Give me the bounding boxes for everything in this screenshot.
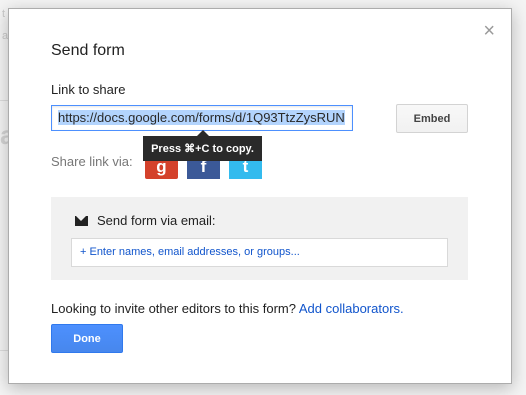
bg-divider — [0, 100, 8, 101]
add-collaborators-link[interactable]: Add collaborators. — [299, 301, 404, 316]
share-link-via-label: Share link via: — [51, 154, 133, 169]
embed-button[interactable]: Embed — [396, 104, 468, 133]
email-heading: Send form via email: — [75, 213, 216, 228]
link-to-share-label: Link to share — [51, 82, 126, 97]
email-heading-label: Send form via email: — [97, 213, 216, 228]
close-icon[interactable]: × — [483, 21, 495, 41]
bg-text-fragment: t — [2, 8, 6, 20]
invite-question: Looking to invite other editors to this … — [51, 301, 299, 316]
invite-editors-text: Looking to invite other editors to this … — [51, 301, 404, 316]
bg-divider — [0, 350, 8, 351]
done-button[interactable]: Done — [51, 324, 123, 353]
dialog-title: Send form — [51, 42, 125, 59]
copy-tooltip: Press ⌘+C to copy. — [143, 130, 262, 161]
share-link-value: https://docs.google.com/forms/d/1Q93TtzZ… — [58, 110, 345, 125]
send-form-dialog: × Send form Link to share https://docs.g… — [8, 8, 512, 384]
email-section: Send form via email: + Enter names, emai… — [51, 197, 468, 280]
share-link-input[interactable]: https://docs.google.com/forms/d/1Q93TtzZ… — [51, 105, 353, 131]
email-recipients-input[interactable]: + Enter names, email addresses, or group… — [71, 238, 448, 267]
envelope-icon — [75, 215, 88, 226]
